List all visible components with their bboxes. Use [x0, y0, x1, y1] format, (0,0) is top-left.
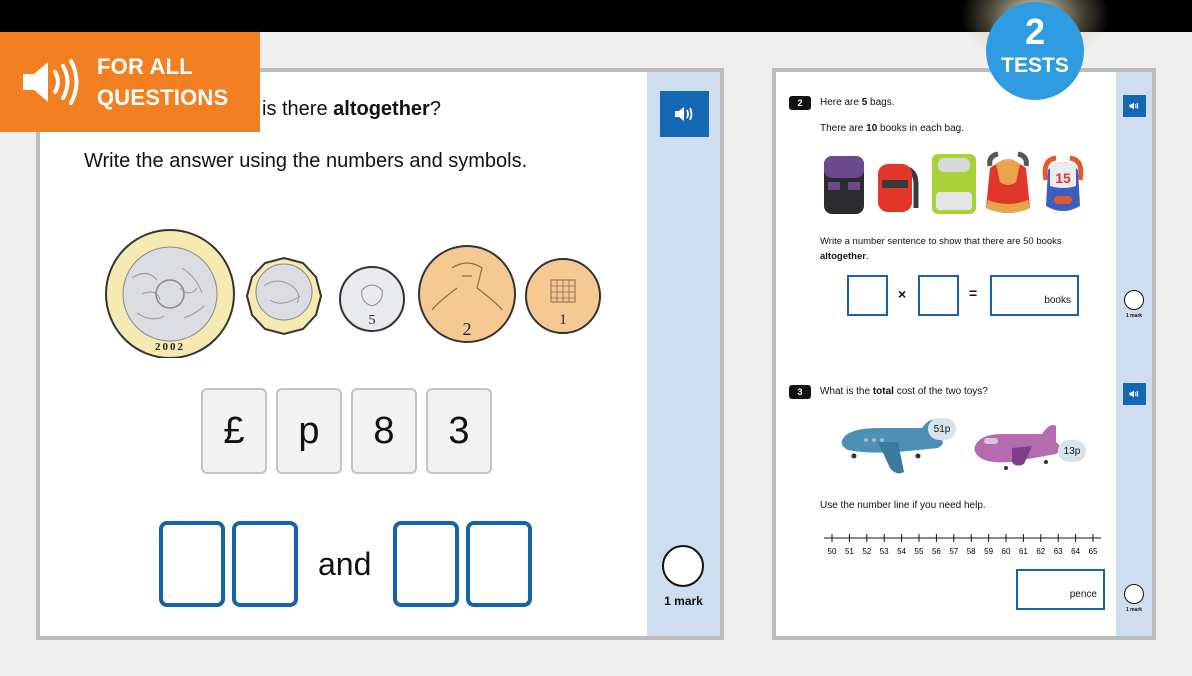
- mark-circle[interactable]: [662, 545, 704, 587]
- bag-blue-15: 15: [1042, 155, 1084, 211]
- times-symbol: ×: [898, 286, 907, 302]
- question-title: is there altogether?: [262, 98, 441, 121]
- audio-button-q2[interactable]: [1123, 95, 1146, 117]
- question-number-2: 2: [789, 96, 811, 110]
- bag-purple: [824, 156, 864, 214]
- number-line-label: 50: [828, 547, 837, 556]
- title-suffix: ?: [429, 98, 441, 120]
- unit-books: books: [1044, 295, 1071, 306]
- question-number-3: 3: [789, 385, 811, 399]
- equals-symbol: =: [969, 285, 978, 301]
- answer-box-4[interactable]: [466, 521, 533, 607]
- badge-label: TESTS: [1001, 54, 1069, 77]
- mark-circle-q2[interactable]: [1124, 290, 1144, 310]
- bags-image: 15: [824, 151, 1084, 214]
- speaker-icon: [23, 59, 79, 105]
- coin-value: 5: [369, 313, 376, 328]
- q2-answer-box-books[interactable]: books: [990, 275, 1079, 316]
- q2-line2: There are 10 books in each bag.: [820, 123, 964, 134]
- coin-value: 2: [463, 319, 472, 339]
- mark-circle-q3[interactable]: [1124, 584, 1144, 604]
- price-tag-blue-plane: 51p: [928, 418, 956, 440]
- coin-one-pound: [245, 256, 323, 336]
- unit-pence: pence: [1069, 589, 1097, 600]
- number-line-label: 53: [880, 547, 889, 556]
- audio-for-all-banner[interactable]: FOR ALL QUESTIONS: [0, 32, 260, 132]
- audio-button[interactable]: [660, 91, 709, 137]
- tile-8[interactable]: 8: [351, 388, 417, 474]
- tile-pence[interactable]: p: [276, 388, 342, 474]
- number-line-label: 64: [1071, 547, 1080, 556]
- bag-red: [878, 164, 919, 212]
- bag-green: [932, 154, 976, 214]
- number-line-label: 54: [897, 547, 906, 556]
- question-panel-large: is there altogether? Write the answer us…: [36, 68, 724, 640]
- q2-answer-box-2[interactable]: [918, 275, 959, 316]
- number-line-label: 52: [862, 547, 871, 556]
- marks-sidebar: 1 mark 1 mark: [1116, 72, 1152, 636]
- coin-year: 2002: [155, 341, 185, 353]
- and-label: and: [318, 545, 372, 582]
- tile-3[interactable]: 3: [426, 388, 492, 474]
- q2-instruction-line1: Write a number sentence to show that the…: [820, 236, 1062, 247]
- mark-label-q3: 1 mark: [1125, 607, 1143, 613]
- q3-answer-box-pence[interactable]: pence: [1016, 569, 1105, 610]
- number-line: 50 51 52 53 54 55 56 57 58 59 60 61 62 63 64 65: [824, 534, 1101, 556]
- banner-label: FOR ALL QUESTIONS: [97, 51, 228, 113]
- draggable-tiles: £ p 8 3: [201, 388, 492, 474]
- speaker-icon: [1129, 102, 1139, 110]
- title-prefix: is there: [262, 98, 334, 120]
- price-tag-purple-plane: 13p: [1058, 440, 1086, 462]
- coin-two-pounds: 2002: [105, 229, 235, 358]
- toy-plane-purple: [974, 425, 1060, 470]
- number-line-label: 51: [845, 547, 854, 556]
- q2-line1: Here are 5 bags.: [820, 97, 895, 108]
- number-line-label: 56: [932, 547, 941, 556]
- banner-line-2: QUESTIONS: [97, 85, 229, 110]
- speaker-icon: [674, 107, 692, 121]
- mark-label: 1 mark: [664, 594, 703, 608]
- bag-number: 15: [1055, 170, 1071, 186]
- bag-orange: [986, 151, 1030, 213]
- coin-one-penny: 1: [525, 258, 601, 334]
- question-instruction: Write the answer using the numbers and s…: [84, 150, 528, 172]
- coin-value: 1: [559, 312, 567, 328]
- q3-hint: Use the number line if you need help.: [820, 500, 986, 511]
- number-line-label: 61: [1019, 547, 1028, 556]
- answer-box-1[interactable]: [159, 521, 225, 607]
- tile-pound-sign[interactable]: £: [201, 388, 267, 474]
- coins-image: 2002 5 2 1: [105, 229, 601, 358]
- question-panel-small: 2 Here are 5 bags. There are 10 books in…: [772, 68, 1156, 640]
- q2-instruction-line2: altogether.: [820, 251, 869, 262]
- badge-number: 2: [1024, 11, 1046, 52]
- q2-answer-box-1[interactable]: [847, 275, 888, 316]
- banner-line-1: FOR ALL: [97, 54, 193, 79]
- mark-label-q2: 1 mark: [1125, 313, 1143, 319]
- number-line-label: 57: [949, 547, 958, 556]
- number-line-label: 63: [1054, 547, 1063, 556]
- tests-count-badge: 2 TESTS: [986, 2, 1084, 100]
- answer-box-2[interactable]: [232, 521, 298, 607]
- answer-box-3[interactable]: [393, 521, 460, 607]
- title-bold: altogether: [333, 98, 430, 120]
- number-line-label: 65: [1089, 547, 1098, 556]
- audio-button-q3[interactable]: [1123, 383, 1146, 405]
- number-line-label: 58: [967, 547, 976, 556]
- answer-row: and: [159, 521, 533, 607]
- marks-sidebar: 1 mark: [647, 72, 720, 636]
- coin-five-pence: 5: [339, 266, 405, 332]
- number-line-label: 59: [984, 547, 993, 556]
- q3-question: What is the total cost of the two toys?: [820, 386, 988, 397]
- number-line-label: 62: [1036, 547, 1045, 556]
- number-line-label: 55: [915, 547, 924, 556]
- speaker-icon: [1129, 390, 1139, 398]
- coin-two-pence: 2: [418, 245, 516, 343]
- number-line-label: 60: [1002, 547, 1011, 556]
